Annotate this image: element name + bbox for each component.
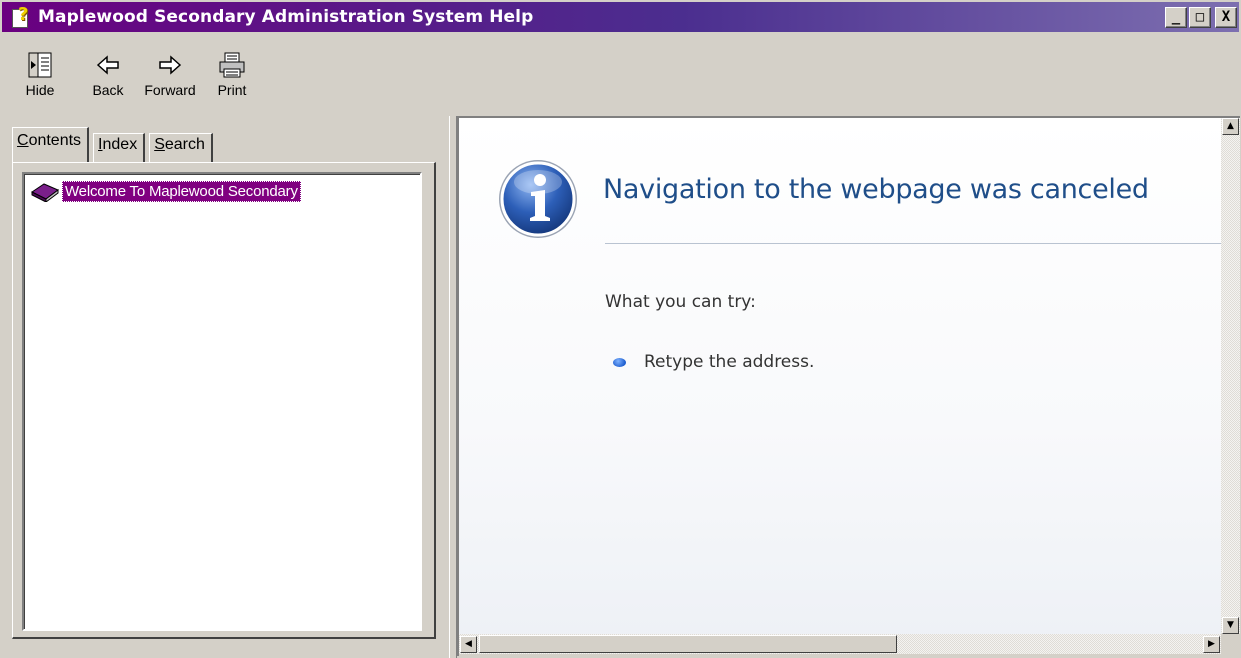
print-button[interactable]: Print <box>202 48 262 98</box>
page-title: Navigation to the webpage was canceled <box>603 174 1149 205</box>
tab-index[interactable]: Index <box>93 133 146 162</box>
horizontal-scroll-thumb[interactable] <box>479 635 897 653</box>
nav-tabs: Contents Index Search <box>12 127 217 162</box>
toolbar: Hide Back Forward Print <box>2 34 1239 114</box>
horizontal-scrollbar[interactable]: ◀ ▶ <box>459 634 1221 654</box>
back-button[interactable]: Back <box>78 48 138 98</box>
info-icon <box>497 158 579 240</box>
tab-contents-rest: ontents <box>28 132 82 149</box>
divider <box>605 243 1221 244</box>
window-title: Maplewood Secondary Administration Syste… <box>38 7 534 27</box>
content-page: Navigation to the webpage was canceled W… <box>459 118 1221 634</box>
tab-search[interactable]: Search <box>149 133 213 162</box>
tab-index-rest: ndex <box>102 136 138 153</box>
hide-pane-icon <box>10 48 70 82</box>
title-bar[interactable]: ? Maplewood Secondary Administration Sys… <box>2 2 1239 32</box>
hide-label: Hide <box>25 82 55 98</box>
pane-splitter[interactable] <box>449 116 457 658</box>
scroll-down-button[interactable]: ▼ <box>1222 617 1239 634</box>
navigation-pane: Contents Index Search Welcome To Maplewo… <box>6 120 445 654</box>
close-button[interactable]: X <box>1215 7 1237 28</box>
tab-search-rest: earch <box>164 136 205 153</box>
tree-item-label: Welcome To Maplewood Secondary <box>62 180 301 202</box>
hide-button[interactable]: Hide <box>10 48 70 98</box>
tree-item-welcome[interactable]: Welcome To Maplewood Secondary <box>30 180 301 203</box>
tab-search-hotkey: S <box>154 136 165 153</box>
vertical-scrollbar[interactable]: ▲ ▼ <box>1221 118 1240 634</box>
back-label: Back <box>92 82 124 98</box>
print-label: Print <box>217 82 247 98</box>
printer-icon <box>202 48 262 82</box>
suggestion-text: Retype the address. <box>644 352 815 372</box>
forward-label: Forward <box>144 82 196 98</box>
book-icon <box>30 180 60 203</box>
help-app-icon: ? <box>10 4 32 28</box>
list-item: Retype the address. <box>613 352 814 372</box>
tab-contents-hotkey: C <box>17 132 29 149</box>
maximize-button[interactable]: □ <box>1189 7 1211 28</box>
contents-tree[interactable]: Welcome To Maplewood Secondary <box>22 172 422 631</box>
scrollbar-corner <box>1221 634 1240 654</box>
minimize-button[interactable]: _ <box>1165 7 1187 28</box>
content-pane: Navigation to the webpage was canceled W… <box>457 116 1240 656</box>
tab-contents[interactable]: Contents <box>12 127 90 162</box>
help-window: ? Maplewood Secondary Administration Sys… <box>0 0 1241 658</box>
scroll-right-button[interactable]: ▶ <box>1203 636 1220 653</box>
forward-button[interactable]: Forward <box>140 48 200 98</box>
bullet-icon <box>613 357 626 367</box>
scroll-left-button[interactable]: ◀ <box>460 636 477 653</box>
back-arrow-icon <box>78 48 138 82</box>
what-you-can-try-label: What you can try: <box>605 292 756 312</box>
forward-arrow-icon <box>140 48 200 82</box>
scroll-up-button[interactable]: ▲ <box>1222 118 1239 135</box>
